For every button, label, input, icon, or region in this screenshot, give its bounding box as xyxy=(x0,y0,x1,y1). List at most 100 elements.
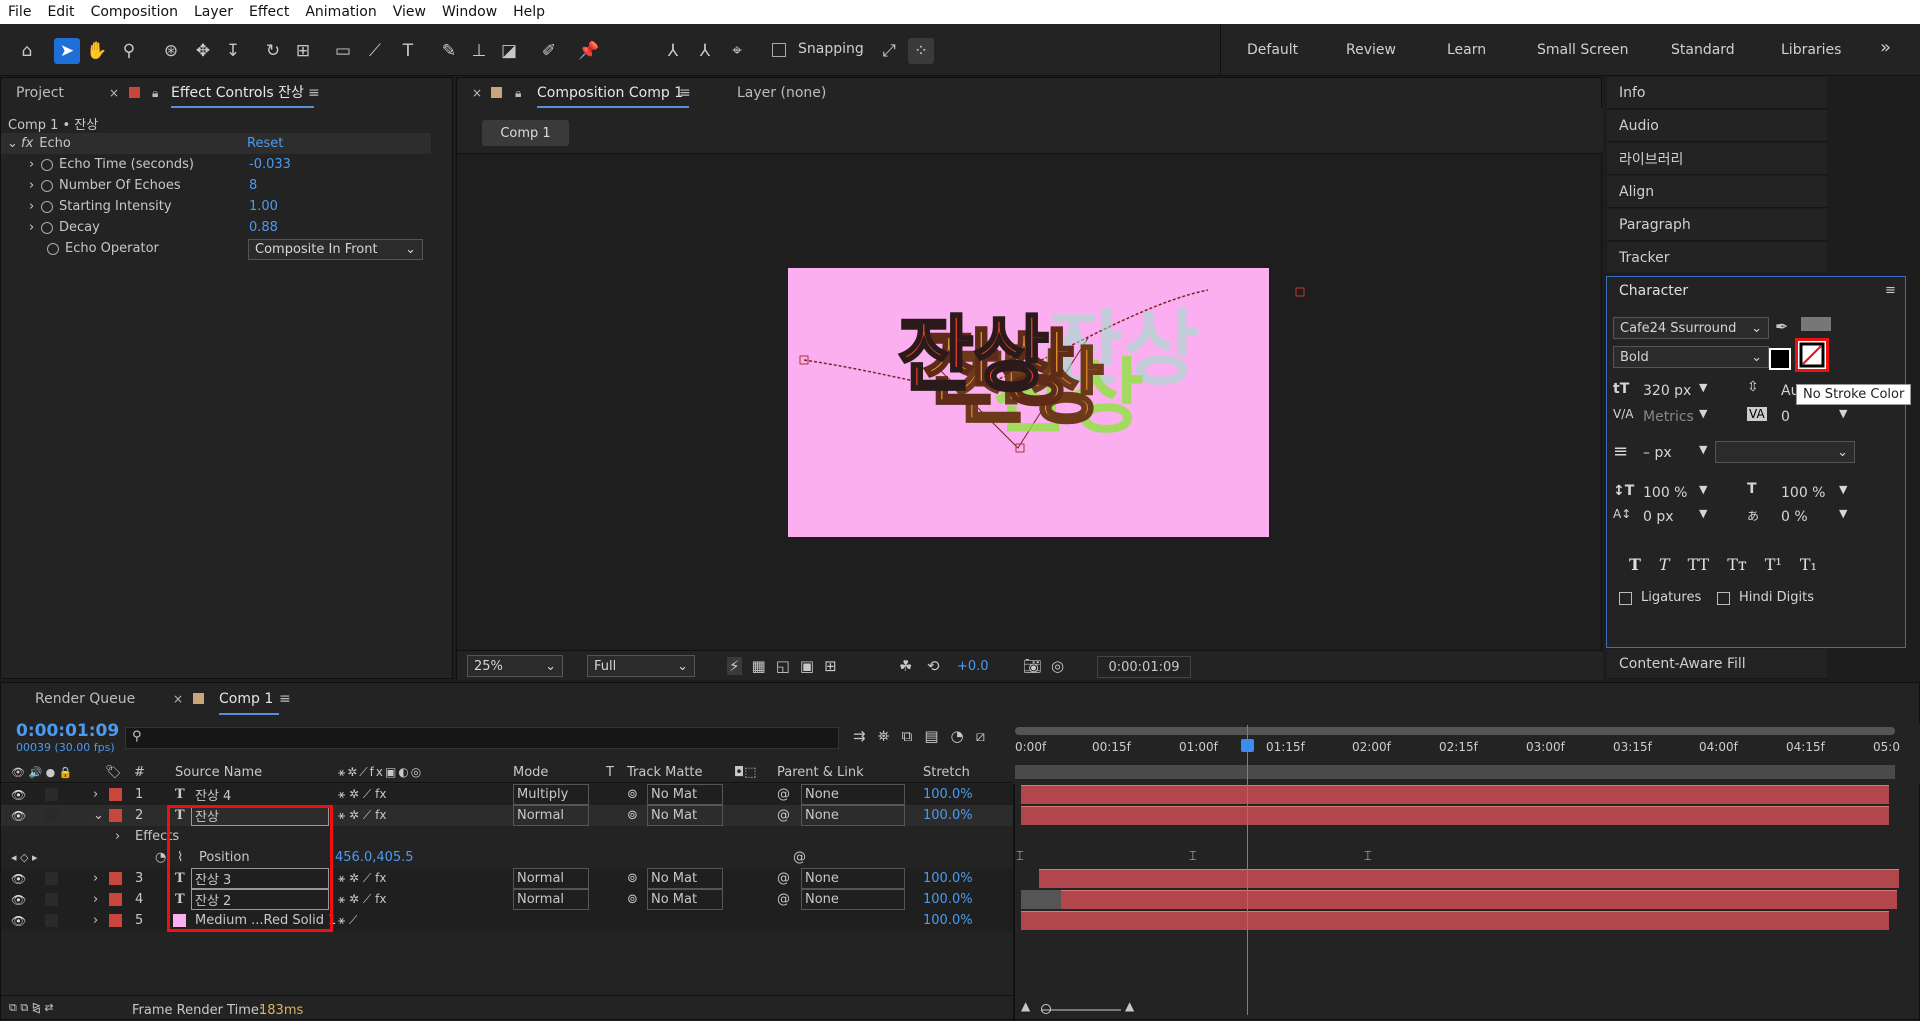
stopwatch-icon[interactable] xyxy=(41,221,53,234)
layer-row[interactable]: 👁 ⌄ 2 T 잔상 ⚹ ✲ ⟋ fx Normal ⊚ No Mat @ No… xyxy=(1,805,1013,826)
vertical-scale-value[interactable]: 100 % xyxy=(1643,485,1687,501)
panel-audio[interactable]: Audio xyxy=(1607,110,1827,142)
mode-dropdown[interactable]: Multiply xyxy=(513,784,589,805)
keyframe-icon[interactable]: ⌶ xyxy=(1189,849,1197,864)
comp-canvas[interactable]: 잔상 잔상 잔상 잔상 잔상 xyxy=(788,268,1305,537)
close-icon[interactable]: × xyxy=(173,692,183,706)
transparency-grid-icon[interactable]: ▦ xyxy=(752,657,766,675)
chevron-right-icon[interactable]: › xyxy=(29,157,41,172)
chevron-down-icon[interactable]: ⌄ xyxy=(7,136,21,151)
effects-row[interactable]: › Effects xyxy=(1,826,1013,847)
font-style-dropdown[interactable]: Bold ⌄ xyxy=(1613,346,1769,368)
stretch-value[interactable]: 100.0% xyxy=(923,784,973,805)
tsume-value[interactable]: 0 % xyxy=(1781,509,1808,525)
menu-file[interactable]: File xyxy=(0,4,39,20)
stroke-width-value[interactable]: – px xyxy=(1643,445,1672,461)
playhead-handle[interactable] xyxy=(1241,739,1254,752)
panel-paragraph[interactable]: Paragraph xyxy=(1607,209,1827,241)
workspace-review[interactable]: Review xyxy=(1346,42,1396,58)
clone-stamp-icon[interactable]: ⊥ xyxy=(466,38,492,64)
faux-italic-button[interactable]: T xyxy=(1659,555,1670,574)
tab-comp[interactable]: Comp 1 xyxy=(219,683,280,715)
comp-flowchart-icon[interactable]: ⇉ xyxy=(853,727,866,745)
chevron-down-icon[interactable]: ▼ xyxy=(1839,507,1847,520)
lock-icon[interactable]: 🔒︎ xyxy=(515,86,521,101)
keyframe-nav-icon[interactable]: ◂ ◇ ▸ xyxy=(11,847,38,868)
chevron-right-icon[interactable]: › xyxy=(29,199,41,214)
stretch-value[interactable]: 100.0% xyxy=(923,889,973,910)
property-value[interactable]: 1.00 xyxy=(249,199,278,214)
panel-content-aware-fill[interactable]: Content-Aware Fill xyxy=(1607,649,1827,679)
pan-camera-icon[interactable]: ✥ xyxy=(190,38,216,64)
ligatures-checkbox[interactable] xyxy=(1619,592,1632,605)
work-area-bar[interactable] xyxy=(1015,727,1895,735)
effect-header-row[interactable]: ⌄ fx Echo Reset xyxy=(1,133,431,154)
layer-bar[interactable] xyxy=(1039,869,1899,888)
visibility-eye-icon[interactable]: 👁 xyxy=(11,784,26,805)
matte-link-icon[interactable]: ⊚ xyxy=(627,784,638,805)
layer-switches[interactable]: ⚹ ✲ ⟋ fx xyxy=(338,889,386,910)
tab-composition[interactable]: Composition Comp 1 xyxy=(537,78,690,108)
panel-align[interactable]: Align xyxy=(1607,176,1827,208)
frame-blending-icon[interactable]: ▤ xyxy=(924,727,938,745)
world-axis-icon[interactable]: ⅄ xyxy=(692,38,718,64)
pick-whip-icon[interactable]: @ xyxy=(777,784,790,805)
swap-colors-icon[interactable] xyxy=(1801,317,1831,331)
reset-exposure-icon[interactable]: ⟲ xyxy=(927,657,940,675)
chevron-right-icon[interactable]: › xyxy=(93,868,98,889)
tab-render-queue[interactable]: Render Queue xyxy=(35,691,135,707)
parent-dropdown[interactable]: None xyxy=(801,889,905,910)
rotate-tool-icon[interactable]: ↻ xyxy=(260,38,286,64)
time-ruler[interactable]: 0:00f 00:15f 01:00f 01:15f 02:00f 02:15f… xyxy=(1015,723,1920,783)
layer-bar[interactable] xyxy=(1061,890,1897,909)
position-value[interactable]: 456.0,405.5 xyxy=(335,847,414,868)
lock-icon[interactable]: 🔒︎ xyxy=(152,86,158,101)
workspace-libraries[interactable]: Libraries xyxy=(1781,42,1841,58)
workspace-default[interactable]: Default xyxy=(1247,42,1298,58)
source-name-header[interactable]: Source Name xyxy=(175,762,262,783)
echo-operator-dropdown[interactable]: Composite In Front ⌄ xyxy=(248,239,423,260)
menu-animation[interactable]: Animation xyxy=(297,4,384,20)
label-color-swatch[interactable] xyxy=(109,914,122,927)
panel-tracker[interactable]: Tracker xyxy=(1607,242,1827,274)
dolly-camera-icon[interactable]: ↧ xyxy=(220,38,246,64)
eyedropper-icon[interactable]: ✒ xyxy=(1775,317,1788,336)
all-caps-button[interactable]: TT xyxy=(1688,555,1710,574)
mode-dropdown[interactable]: Normal xyxy=(513,889,589,910)
chevron-down-icon[interactable]: ▼ xyxy=(1699,381,1707,394)
hand-tool-icon[interactable]: ✋ xyxy=(84,38,110,64)
chevron-down-icon[interactable]: ▼ xyxy=(1839,483,1847,496)
label-color-swatch[interactable] xyxy=(109,788,122,801)
zoom-slider[interactable] xyxy=(1041,1009,1121,1011)
chevron-right-icon[interactable]: › xyxy=(115,826,120,847)
stroke-swatch-highlight[interactable] xyxy=(1795,338,1829,372)
tab-effect-controls[interactable]: Effect Controls 잔상 xyxy=(171,78,314,108)
layer-row[interactable]: 👁 › 3 T 잔상 3 ⚹ ✲ ⟋ fx Normal ⊚ No Mat @ … xyxy=(1,868,1013,889)
playhead[interactable] xyxy=(1247,725,1248,1015)
snap-edges-icon[interactable]: ⤢ xyxy=(876,38,902,64)
draft-3d-icon[interactable]: ⛯ xyxy=(878,727,890,745)
layer-switches[interactable]: ⚹ ⟋ xyxy=(338,910,357,931)
guides-icon[interactable]: ⊞ xyxy=(824,657,837,675)
stopwatch-icon[interactable] xyxy=(41,200,53,213)
hindi-digits-checkbox[interactable] xyxy=(1717,592,1730,605)
faux-bold-button[interactable]: T xyxy=(1629,555,1641,574)
menu-effect[interactable]: Effect xyxy=(241,4,297,20)
property-value[interactable]: -0.033 xyxy=(249,157,291,172)
panel-menu-icon[interactable]: ≡ xyxy=(679,85,691,101)
layer-switches[interactable]: ⚹ ✲ ⟋ fx xyxy=(338,784,386,805)
workspace-standard[interactable]: Standard xyxy=(1671,42,1735,58)
expression-icon[interactable]: @ xyxy=(793,847,806,868)
color-channel-icon[interactable]: ☘ xyxy=(899,657,912,675)
layer-bar[interactable] xyxy=(1021,911,1889,930)
chevron-down-icon[interactable]: ▼ xyxy=(1699,407,1707,420)
visibility-eye-icon[interactable]: 👁 xyxy=(11,910,26,931)
local-axis-icon[interactable]: ⅄ xyxy=(660,38,686,64)
panel-info[interactable]: Info xyxy=(1607,77,1827,109)
pen-tool-icon[interactable]: ⟋ xyxy=(362,38,388,64)
zoom-dropdown[interactable]: 25% ⌄ xyxy=(467,655,563,677)
mask-visibility-icon[interactable]: ◱ xyxy=(776,657,790,675)
region-of-interest-icon[interactable]: ▣ xyxy=(800,657,814,675)
matte-link-icon[interactable]: ⊚ xyxy=(627,889,638,910)
exposure-value[interactable]: +0.0 xyxy=(957,659,989,674)
